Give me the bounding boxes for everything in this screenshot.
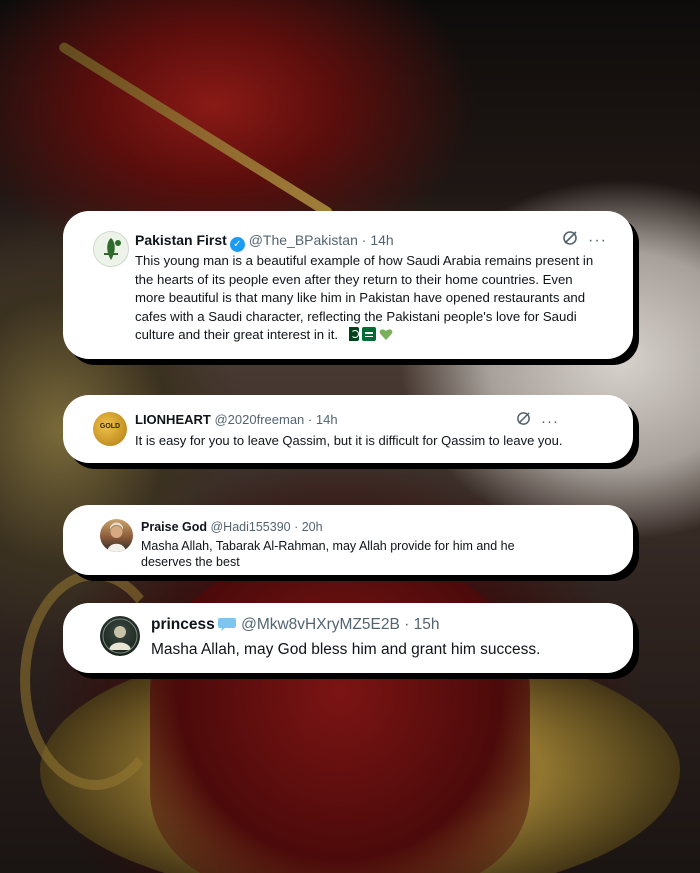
tweet-card[interactable]: princess @Mkw8vHXryMZ5E2B · 15h Masha Al…	[63, 603, 633, 673]
timestamp[interactable]: 14h	[316, 412, 338, 427]
avatar-logo-text: GOLD	[99, 423, 121, 430]
timestamp[interactable]: 14h	[370, 232, 393, 248]
tweet-text: Masha Allah, Tabarak Al-Rahman, may Alla…	[141, 539, 515, 569]
tweet-text: It is easy for you to leave Qassim, but …	[135, 433, 563, 448]
saudi-flag-icon	[361, 327, 376, 342]
separator-dot: ·	[404, 616, 410, 633]
background-spoon	[57, 40, 335, 219]
author-name[interactable]: Praise God	[141, 520, 207, 534]
avatar[interactable]	[100, 616, 140, 656]
more-options-icon[interactable]: ···	[541, 413, 559, 430]
grok-icon[interactable]	[516, 411, 531, 431]
separator-dot: ·	[294, 520, 299, 534]
author-handle[interactable]: @2020freeman	[214, 412, 304, 427]
tweet-card[interactable]: Pakistan First ✓ @The_BPakistan · 14h ···…	[63, 211, 633, 359]
author-name[interactable]: princess	[151, 616, 215, 633]
author-name[interactable]: LIONHEART	[135, 412, 211, 427]
author-name[interactable]: Pakistan First	[135, 232, 227, 248]
tweet-text: Masha Allah, may God bless him and grant…	[151, 641, 541, 658]
pakistan-flag-icon	[344, 327, 359, 342]
verified-badge-icon: ✓	[229, 237, 245, 252]
tweet-card[interactable]: GOLD LIONHEART @2020freeman · 14h ··· It…	[63, 395, 633, 463]
avatar[interactable]	[100, 519, 133, 552]
tweet-card[interactable]: Praise God @Hadi155390 · 20h Masha Allah…	[63, 505, 633, 575]
timestamp[interactable]: 20h	[302, 520, 323, 534]
separator-dot: ·	[307, 412, 313, 427]
more-options-icon[interactable]: ···	[588, 232, 607, 250]
author-handle[interactable]: @Mkw8vHXryMZ5E2B	[241, 616, 400, 633]
green-heart-icon	[379, 327, 393, 341]
separator-dot: ·	[361, 232, 367, 248]
grok-icon[interactable]	[562, 230, 578, 251]
author-handle[interactable]: @The_BPakistan	[249, 232, 358, 248]
timestamp[interactable]: 15h	[414, 616, 440, 633]
avatar[interactable]: GOLD	[93, 412, 127, 446]
speech-bubble-icon	[217, 616, 237, 632]
avatar[interactable]	[93, 231, 129, 267]
author-handle[interactable]: @Hadi155390	[210, 520, 290, 534]
